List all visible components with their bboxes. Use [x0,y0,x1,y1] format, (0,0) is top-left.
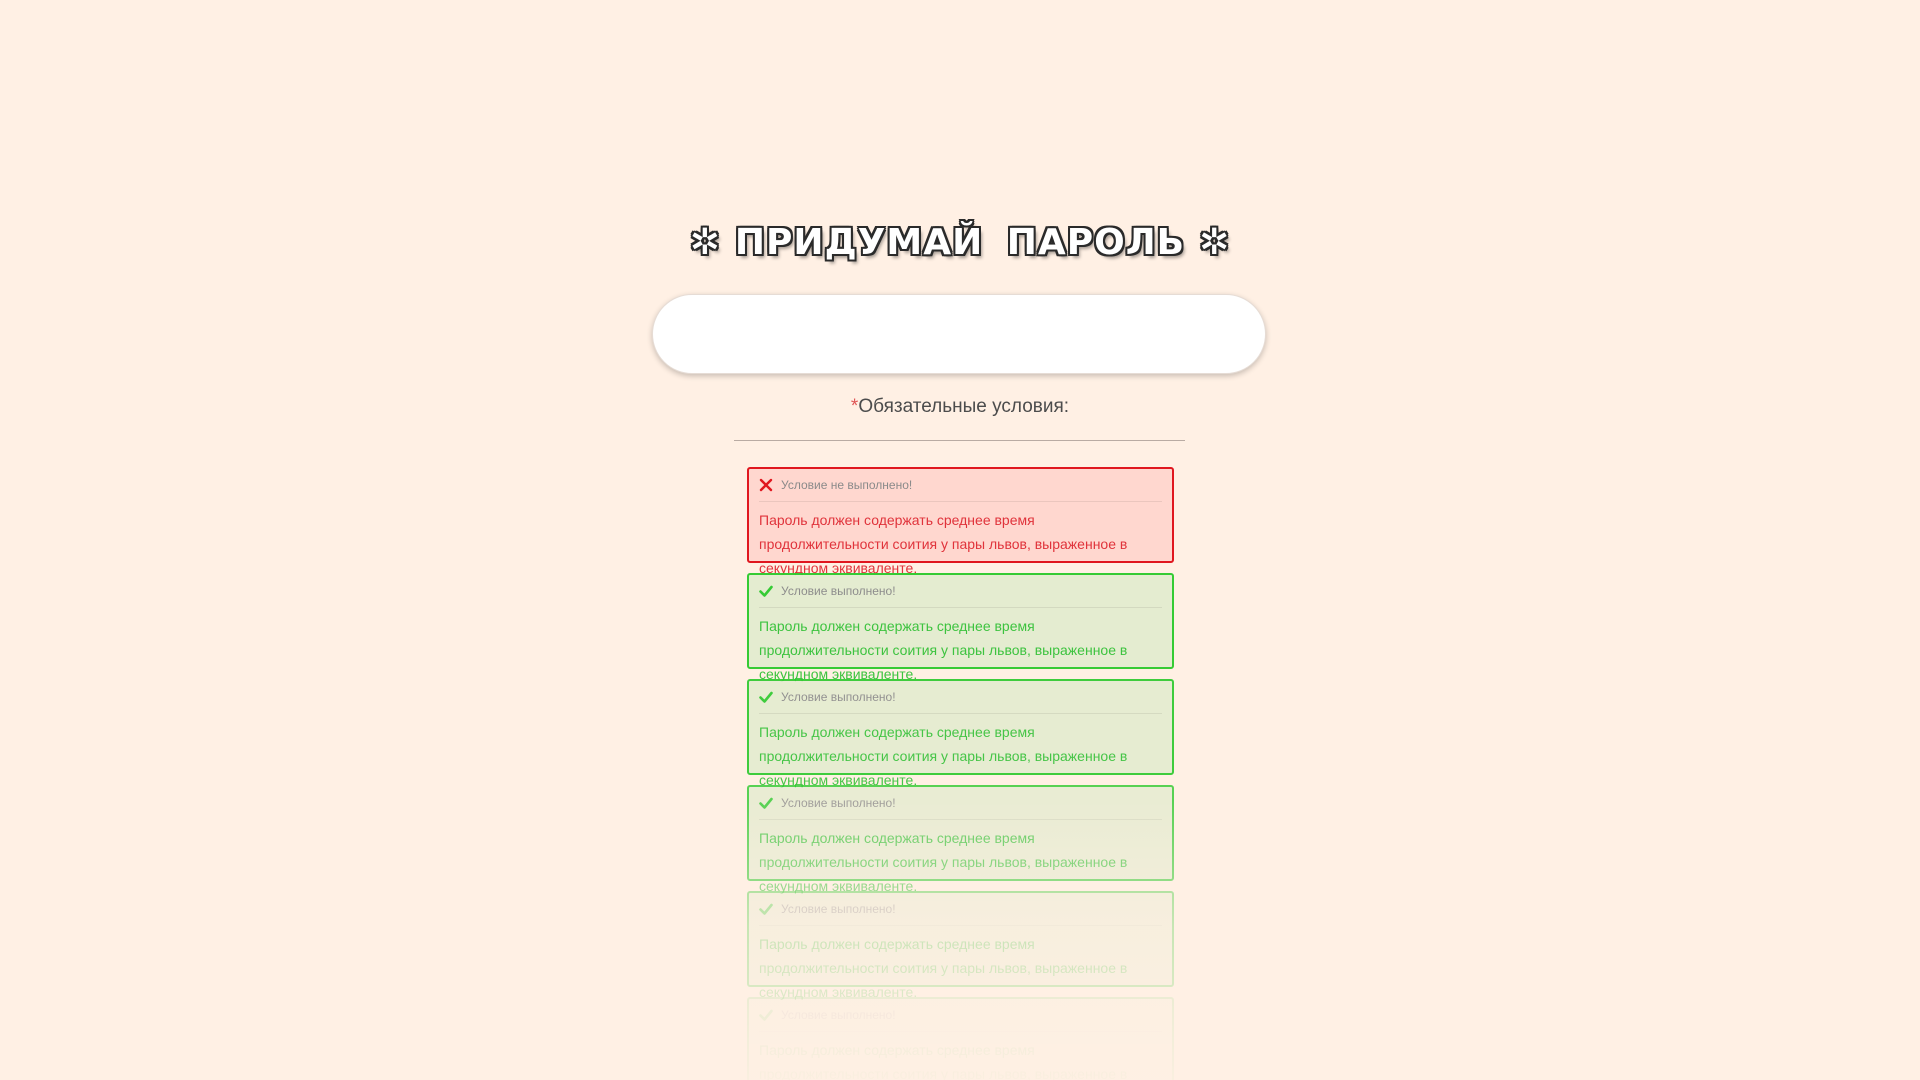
password-input[interactable] [652,294,1266,374]
rule-header: Условие выполнено! [759,893,1162,926]
rule-status: Условие не выполнено! [781,478,913,492]
rule-text: Пароль должен содержать среднее время пр… [759,830,1128,894]
check-icon [759,1009,773,1021]
star-left-icon: ✲ [689,222,721,263]
rule-text: Пароль должен содержать среднее время пр… [759,724,1128,788]
rule-header: Условие выполнено! [759,787,1162,820]
rules-list: Условие не выполнено! Пароль должен соде… [747,467,1174,1080]
rule-header: Условие выполнено! [759,681,1162,714]
star-right-icon: ✲ [1199,222,1231,263]
rule-card: Условие выполнено! Пароль должен содержа… [747,891,1174,1000]
rule-card: Условие не выполнено! Пароль должен соде… [747,467,1174,576]
rule-card: Условие выполнено! Пароль должен содержа… [747,785,1174,894]
rule-header: Условие выполнено! [759,999,1162,1032]
page-title: ✲ ПРИДУМАЙ ПАРОЛЬ ✲ [0,222,1920,263]
cross-icon [759,478,773,492]
rule-status: Условие выполнено! [781,584,896,598]
rule-text: Пароль должен содержать среднее время пр… [759,1042,1128,1080]
divider [734,440,1185,441]
rule-text: Пароль должен содержать среднее время пр… [759,618,1128,682]
rule-status: Условие выполнено! [781,690,896,704]
conditions-heading: *Обязательные условия: [0,396,1920,418]
rule-text: Пароль должен содержать среднее время пр… [759,936,1128,1000]
rule-status: Условие выполнено! [781,1008,896,1022]
rule-status: Условие выполнено! [781,902,896,916]
rule-text: Пароль должен содержать среднее время пр… [759,512,1128,576]
rule-card: Условие выполнено! Пароль должен содержа… [747,573,1174,682]
rule-status: Условие выполнено! [781,796,896,810]
rule-header: Условие не выполнено! [759,469,1162,502]
rule-card: Условие выполнено! Пароль должен содержа… [747,997,1174,1080]
check-icon [759,691,773,703]
conditions-heading-text: Обязательные условия: [858,396,1070,417]
check-icon [759,797,773,809]
check-icon [759,903,773,915]
check-icon [759,585,773,597]
rule-card: Условие выполнено! Пароль должен содержа… [747,679,1174,788]
rule-header: Условие выполнено! [759,575,1162,608]
title-text: ПРИДУМАЙ ПАРОЛЬ [734,222,1186,263]
